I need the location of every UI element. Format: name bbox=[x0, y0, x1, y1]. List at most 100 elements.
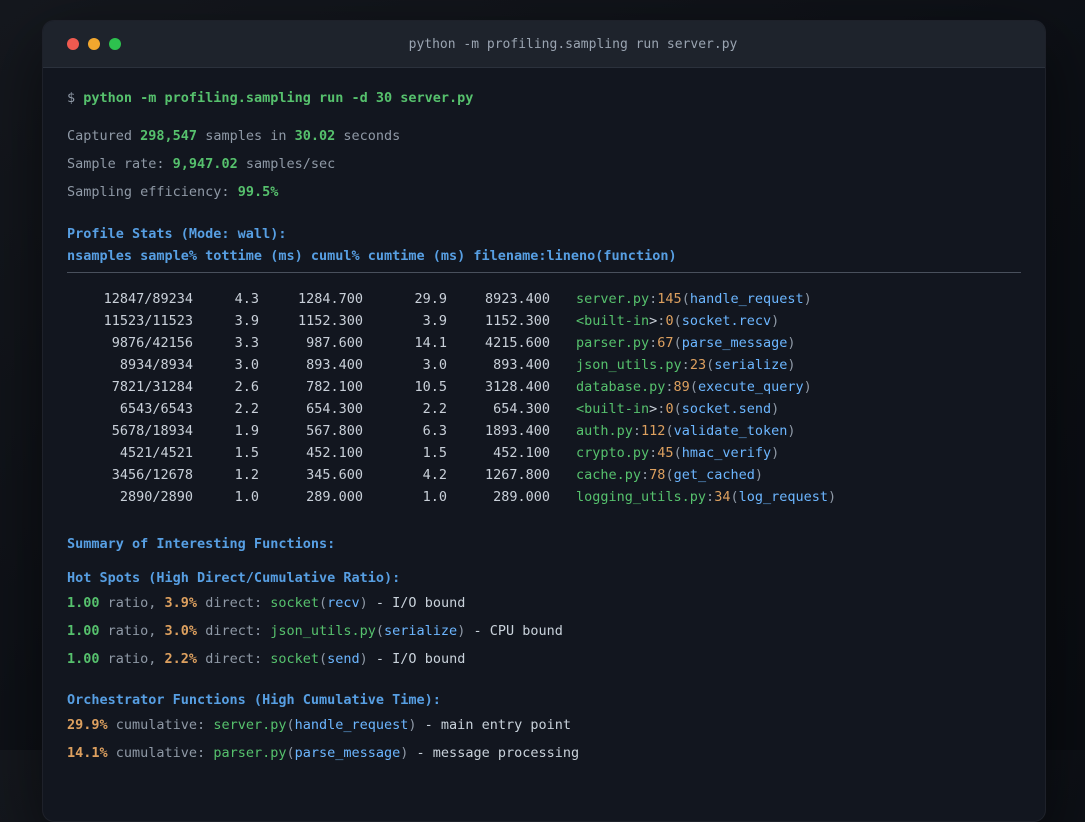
cumul-pct-cell: 29.9 bbox=[414, 291, 447, 307]
location-cell: cache.py:78(get_cached) bbox=[576, 464, 763, 486]
nsamples-cell: 9876/42156 bbox=[111, 335, 193, 351]
text-segment: Sampling efficiency: bbox=[67, 184, 238, 200]
line-number: 67 bbox=[657, 335, 674, 351]
tottime-cell: 345.600 bbox=[306, 467, 363, 483]
note-text: - main entry point bbox=[416, 717, 571, 733]
sample-pct-cell: 1.0 bbox=[234, 489, 259, 505]
nsamples-cell: 6543/6543 bbox=[119, 401, 193, 417]
stats-row: 2890/2890 1.0 289.000 1.0 289.000 logging_uti… bbox=[67, 486, 1021, 508]
function-name: handle_request bbox=[294, 717, 409, 733]
hot-spot-line: 1.00 ratio, 3.0% direct: json_utils.py(s… bbox=[67, 620, 1021, 642]
orchestrators-header: Orchestrator Functions (High Cumulative … bbox=[67, 692, 441, 708]
orchestrator-line: 14.1% cumulative: parser.py(parse_messag… bbox=[67, 742, 1021, 764]
hot-spots-header: Hot Spots (High Direct/Cumulative Ratio)… bbox=[67, 570, 401, 586]
open-paren: ( bbox=[730, 489, 739, 505]
open-paren: ( bbox=[665, 467, 674, 483]
terminal-window: python -m profiling.sampling run server.… bbox=[42, 20, 1046, 822]
nsamples-cell: 2890/2890 bbox=[119, 489, 193, 505]
close-paren: ) bbox=[771, 401, 780, 417]
line-number: 23 bbox=[689, 357, 707, 373]
note-text: - I/O bound bbox=[367, 595, 466, 611]
tottime-cell: 893.400 bbox=[306, 357, 363, 373]
filename: auth.py bbox=[576, 423, 633, 439]
text-segment: Captured bbox=[67, 128, 141, 144]
open-paren: ( bbox=[673, 401, 682, 417]
line-number: 89 bbox=[673, 379, 690, 395]
cumulative-label: cumulative: bbox=[107, 717, 214, 733]
close-paren: ) bbox=[803, 379, 812, 395]
open-paren: ( bbox=[286, 717, 295, 733]
sample-pct-cell: 1.2 bbox=[234, 467, 259, 483]
line-number: 34 bbox=[714, 489, 731, 505]
hot-spot-line: 1.00 ratio, 3.9% direct: socket(recv) - … bbox=[67, 592, 1021, 614]
direct-label: direct: bbox=[197, 595, 271, 611]
function-name: execute_query bbox=[697, 379, 804, 395]
maximize-button[interactable] bbox=[109, 38, 121, 50]
function-name: socket.recv bbox=[681, 313, 772, 329]
direct-label: direct: bbox=[197, 623, 271, 639]
stats-row: 4521/4521 1.5 452.100 1.5 452.100 crypto.py:4… bbox=[67, 442, 1021, 464]
cumtime-cell: 4215.600 bbox=[484, 335, 550, 351]
line-number: 0 bbox=[665, 401, 674, 417]
close-paren: ) bbox=[787, 357, 796, 373]
function-name: serialize bbox=[714, 357, 788, 373]
open-paren: ( bbox=[673, 335, 682, 351]
table-divider bbox=[67, 272, 1021, 273]
close-button[interactable] bbox=[67, 38, 79, 50]
filename: server.py bbox=[576, 291, 650, 307]
module-name: parser.py bbox=[213, 745, 287, 761]
cumtime-cell: 289.000 bbox=[493, 489, 550, 505]
cumul-pct-cell: 2.2 bbox=[422, 401, 447, 417]
filename: <built-in bbox=[576, 313, 650, 329]
orchestrators-list: 29.9% cumulative: server.py(handle_reque… bbox=[67, 714, 1021, 764]
cumul-pct-cell: 6.3 bbox=[422, 423, 447, 439]
text-segment: 30.02 bbox=[294, 128, 336, 144]
cumulative-pct-value: 14.1% bbox=[67, 745, 108, 761]
open-paren: ( bbox=[706, 357, 715, 373]
tottime-cell: 987.600 bbox=[306, 335, 363, 351]
location-cell: json_utils.py:23(serialize) bbox=[576, 354, 796, 376]
open-paren: ( bbox=[681, 291, 690, 307]
location-cell: <built-in>:0(socket.recv) bbox=[576, 310, 779, 332]
sample-pct-cell: 1.9 bbox=[234, 423, 259, 439]
close-paren: ) bbox=[787, 335, 796, 351]
line-number: 45 bbox=[657, 445, 674, 461]
filename: crypto.py bbox=[576, 445, 650, 461]
colon: : bbox=[641, 467, 650, 483]
close-paren: ) bbox=[803, 291, 812, 307]
text-segment: Sample rate: bbox=[67, 156, 173, 172]
cumtime-cell: 893.400 bbox=[493, 357, 550, 373]
function-name: socket.send bbox=[681, 401, 772, 417]
open-paren: ( bbox=[375, 623, 385, 639]
filename: <built-in bbox=[576, 401, 650, 417]
sampling-efficiency-line: Sampling efficiency: 99.5% bbox=[67, 181, 1021, 203]
function-name: validate_token bbox=[673, 423, 788, 439]
tottime-cell: 567.800 bbox=[306, 423, 363, 439]
close-paren: ) bbox=[408, 717, 417, 733]
open-paren: ( bbox=[689, 379, 698, 395]
tottime-cell: 452.100 bbox=[306, 445, 363, 461]
line-number: 78 bbox=[649, 467, 666, 483]
ratio-label: ratio, bbox=[99, 595, 165, 611]
text-segment: $ bbox=[67, 90, 84, 106]
stats-row: 12847/89234 4.3 1284.700 29.9 8923.400 server… bbox=[67, 288, 1021, 310]
stats-row: 11523/11523 3.9 1152.300 3.9 1152.300 <built-… bbox=[67, 310, 1021, 332]
sample-pct-cell: 1.5 bbox=[234, 445, 259, 461]
module-name: socket bbox=[270, 595, 319, 611]
command-line: $ python -m profiling.sampling run -d 30… bbox=[67, 87, 1021, 109]
nsamples-cell: 11523/11523 bbox=[103, 313, 193, 329]
text-segment: 298,547 bbox=[140, 128, 198, 144]
ratio-label: ratio, bbox=[99, 651, 165, 667]
text-segment: 9,947.02 bbox=[172, 156, 238, 172]
close-paren: ) bbox=[359, 595, 368, 611]
sample-pct-cell: 4.3 bbox=[234, 291, 259, 307]
line-number: 145 bbox=[657, 291, 682, 307]
direct-pct-value: 2.2% bbox=[164, 651, 198, 667]
module-name: server.py bbox=[213, 717, 287, 733]
sample-pct-cell: 3.0 bbox=[234, 357, 259, 373]
colon: : bbox=[681, 357, 690, 373]
minimize-button[interactable] bbox=[88, 38, 100, 50]
captured-samples-line: Captured 298,547 samples in 30.02 second… bbox=[67, 125, 1021, 147]
stats-row: 5678/18934 1.9 567.800 6.3 1893.400 auth.py:1… bbox=[67, 420, 1021, 442]
filename: database.py bbox=[576, 379, 666, 395]
